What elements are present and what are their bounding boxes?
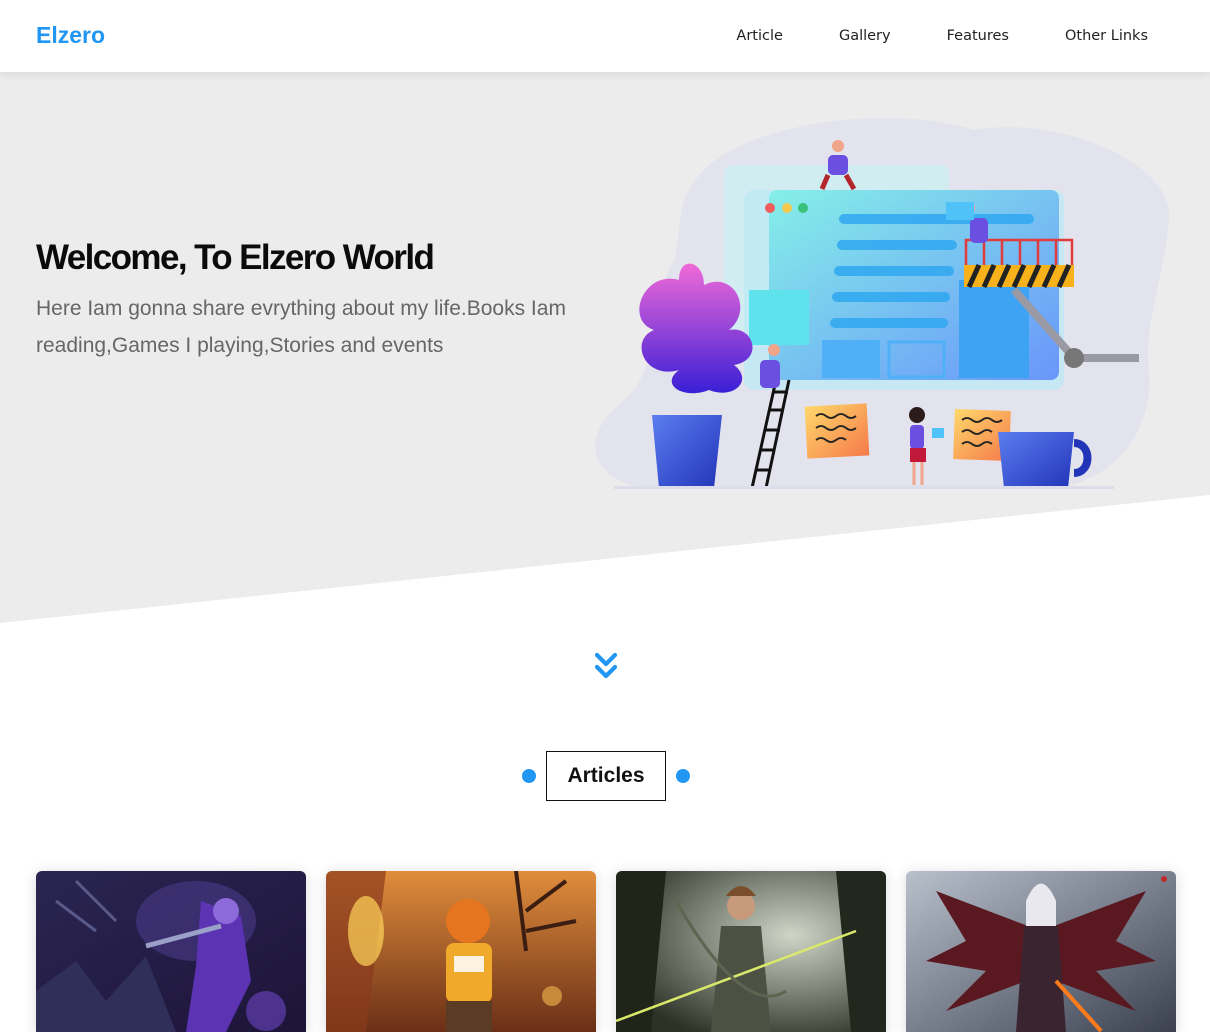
landing-illustration: [595, 118, 1170, 489]
article-card[interactable]: [616, 871, 886, 1032]
article-card-image: [906, 871, 1176, 1032]
article-card[interactable]: [906, 871, 1176, 1032]
article-card[interactable]: [326, 871, 596, 1032]
nav-link-gallery[interactable]: Gallery: [811, 0, 919, 72]
section-title-dot-right: [676, 769, 690, 783]
article-card-image: [326, 871, 596, 1032]
site-header: Elzero Article Gallery Features Other Li…: [0, 0, 1210, 72]
section-title-dot-left: [522, 769, 536, 783]
nav-link-other-links[interactable]: Other Links: [1037, 0, 1148, 72]
double-chevron-down-icon[interactable]: [594, 652, 618, 682]
articles-section-title: Articles: [546, 751, 666, 801]
nav-link-features[interactable]: Features: [919, 0, 1037, 72]
article-card-image: [616, 871, 886, 1032]
landing-text: Here Iam gonna share evrything about my …: [36, 297, 566, 357]
logo[interactable]: Elzero: [36, 22, 105, 49]
main-nav: Article Gallery Features Other Links: [708, 0, 1148, 72]
article-card-image: [36, 871, 306, 1032]
nav-link-article[interactable]: Article: [708, 0, 811, 72]
landing-title: Welcome, To Elzero World: [36, 238, 435, 277]
article-card[interactable]: [36, 871, 306, 1032]
